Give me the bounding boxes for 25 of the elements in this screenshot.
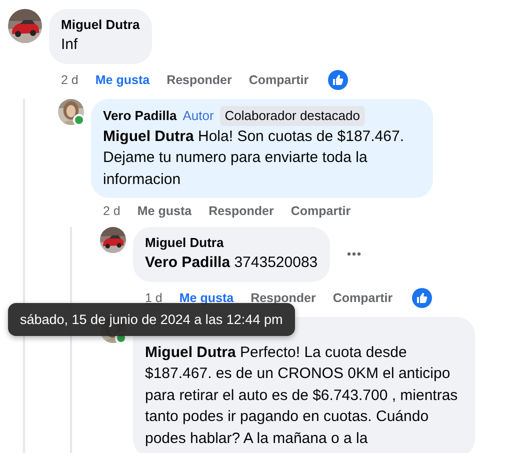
comment-text: Inf [61, 35, 79, 55]
author-name[interactable]: Miguel Dutra [145, 234, 224, 252]
timestamp-link[interactable]: 1 d [145, 290, 162, 304]
more-options-icon[interactable] [346, 252, 361, 256]
share-button[interactable]: Compartir [248, 72, 309, 86]
comment-text: Vero Padilla 3743520083 [145, 253, 318, 273]
share-button[interactable]: Compartir [332, 290, 393, 304]
reply-button[interactable]: Responder [208, 204, 274, 218]
like-reaction-icon[interactable] [412, 288, 432, 308]
reply-button[interactable]: Responder [250, 290, 316, 304]
author-name[interactable]: Miguel Dutra [61, 16, 140, 34]
reply-button[interactable]: Responder [166, 72, 232, 86]
author-name[interactable]: Vero Padilla [103, 106, 177, 124]
like-button[interactable]: Me gusta [137, 204, 192, 218]
timestamp-link[interactable]: 2 d [103, 204, 120, 218]
like-button[interactable]: Me gusta [95, 72, 150, 86]
timestamp-link[interactable]: 2 d [61, 72, 78, 86]
date-tooltip: sábado, 15 de junio de 2024 a las 12:44 pm [8, 303, 295, 336]
author-label: Autor [182, 106, 214, 124]
share-button[interactable]: Compartir [290, 204, 351, 218]
like-reaction-icon[interactable] [328, 70, 348, 90]
like-button[interactable]: Me gusta [179, 290, 234, 304]
contributor-badge: Colaborador destacado [220, 106, 365, 126]
comment-text: Miguel Dutra Perfecto! La cuota desde $187.467. es de un CRONOS 0KM el anticipo para retirar el auto es de $6.743.700 , mientras tanto podes ir pagando en cuotas. Cuándo podes hablar? A la mañana o a la [145, 342, 459, 448]
comment-text: Miguel Dutra Hola! Son cuotas de $187.467. Dejame tu numero para enviarte toda la informacion [103, 126, 405, 190]
